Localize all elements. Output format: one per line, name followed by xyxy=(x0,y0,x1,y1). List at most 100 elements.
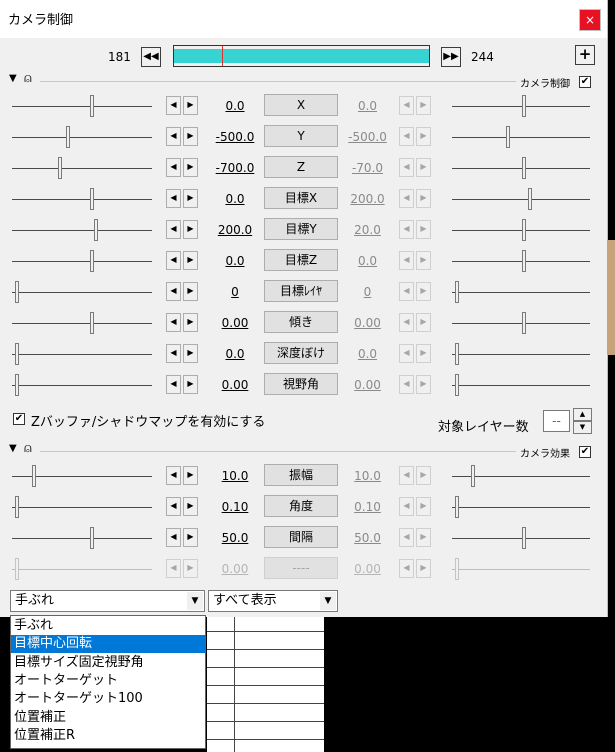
right-left-arrow-icon[interactable]: ◀ xyxy=(399,282,414,301)
right-left-arrow-icon[interactable]: ◀ xyxy=(399,344,414,363)
start-value[interactable]: 0.10 xyxy=(205,499,265,515)
right-left-arrow-icon[interactable]: ◀ xyxy=(399,497,414,516)
param-button[interactable]: 間隔 xyxy=(264,526,338,548)
left-slider-thumb[interactable] xyxy=(15,558,19,580)
right-right-arrow-icon[interactable]: ▶ xyxy=(416,528,431,547)
dropdown-option[interactable]: 目標サイズ固定視野角 xyxy=(11,654,205,672)
right-slider-thumb[interactable] xyxy=(522,250,526,272)
right-slider-thumb[interactable] xyxy=(455,496,459,518)
right-left-arrow-icon[interactable]: ◀ xyxy=(399,313,414,332)
left-slider-thumb[interactable] xyxy=(58,157,62,179)
right-slider-thumb[interactable] xyxy=(506,126,510,148)
spin-down-icon[interactable]: ▼ xyxy=(573,421,592,434)
param-button[interactable]: X xyxy=(264,94,338,116)
left-right-arrow-icon[interactable]: ▶ xyxy=(183,220,198,239)
param-button[interactable]: 目標X xyxy=(264,187,338,209)
left-slider-thumb[interactable] xyxy=(15,343,19,365)
param-button[interactable]: 角度 xyxy=(264,495,338,517)
left-right-arrow-icon[interactable]: ▶ xyxy=(183,127,198,146)
left-left-arrow-icon[interactable]: ◀ xyxy=(166,282,181,301)
right-slider-thumb[interactable] xyxy=(522,95,526,117)
left-right-arrow-icon[interactable]: ▶ xyxy=(183,313,198,332)
right-left-arrow-icon[interactable]: ◀ xyxy=(399,158,414,177)
param-button[interactable]: 深度ぼけ xyxy=(264,342,338,364)
param-button[interactable]: 目標ﾚｲﾔ xyxy=(264,280,338,302)
left-right-arrow-icon[interactable]: ▶ xyxy=(183,466,198,485)
end-value[interactable]: -70.0 xyxy=(340,160,395,176)
end-value[interactable]: -500.0 xyxy=(340,129,395,145)
left-slider-thumb[interactable] xyxy=(90,95,94,117)
right-left-arrow-icon[interactable]: ◀ xyxy=(399,559,414,578)
right-right-arrow-icon[interactable]: ▶ xyxy=(416,96,431,115)
end-value[interactable]: 50.0 xyxy=(340,530,395,546)
left-right-arrow-icon[interactable]: ▶ xyxy=(183,375,198,394)
param-button[interactable]: 視野角 xyxy=(264,373,338,395)
right-left-arrow-icon[interactable]: ◀ xyxy=(399,96,414,115)
right-right-arrow-icon[interactable]: ▶ xyxy=(416,282,431,301)
start-value[interactable]: 0.00 xyxy=(205,561,265,577)
left-slider-thumb[interactable] xyxy=(94,219,98,241)
right-slider-thumb[interactable] xyxy=(455,343,459,365)
param-button[interactable]: Z xyxy=(264,156,338,178)
left-slider-thumb[interactable] xyxy=(90,188,94,210)
chevron-down-icon[interactable]: ▼ xyxy=(320,592,336,610)
param-button[interactable]: 傾き xyxy=(264,311,338,333)
dropdown-option[interactable]: オートターゲット xyxy=(11,672,205,690)
display-filter-select[interactable]: すべて表示 ▼ xyxy=(208,590,338,612)
left-slider-thumb[interactable] xyxy=(15,374,19,396)
right-slider-thumb[interactable] xyxy=(522,527,526,549)
right-right-arrow-icon[interactable]: ▶ xyxy=(416,466,431,485)
target-layers-input[interactable]: -- xyxy=(543,410,570,432)
left-right-arrow-icon[interactable]: ▶ xyxy=(183,559,198,578)
right-right-arrow-icon[interactable]: ▶ xyxy=(416,158,431,177)
zbuffer-checkbox[interactable]: ✔ xyxy=(13,413,25,425)
chevron-down-icon[interactable]: ▼ xyxy=(187,592,203,610)
left-left-arrow-icon[interactable]: ◀ xyxy=(166,220,181,239)
left-right-arrow-icon[interactable]: ▶ xyxy=(183,96,198,115)
end-value[interactable]: 0.00 xyxy=(340,561,395,577)
param-button[interactable]: ---- xyxy=(264,557,338,579)
right-right-arrow-icon[interactable]: ▶ xyxy=(416,375,431,394)
end-value[interactable]: 0.00 xyxy=(340,315,395,331)
collapse-triangle-icon[interactable]: ▼ xyxy=(9,443,17,454)
left-slider-thumb[interactable] xyxy=(90,527,94,549)
left-slider-thumb[interactable] xyxy=(15,496,19,518)
right-slider-thumb[interactable] xyxy=(455,281,459,303)
left-left-arrow-icon[interactable]: ◀ xyxy=(166,96,181,115)
left-right-arrow-icon[interactable]: ▶ xyxy=(183,344,198,363)
start-value[interactable]: -500.0 xyxy=(205,129,265,145)
timeline-cursor[interactable] xyxy=(222,46,223,66)
right-left-arrow-icon[interactable]: ◀ xyxy=(399,220,414,239)
start-value[interactable]: 200.0 xyxy=(205,222,265,238)
fast-forward-icon[interactable]: ▶▶ xyxy=(441,47,461,67)
start-value[interactable]: 0.00 xyxy=(205,315,265,331)
close-button[interactable]: × xyxy=(579,9,601,31)
start-value[interactable]: -700.0 xyxy=(205,160,265,176)
camera-effect-checkbox[interactable]: ✔ xyxy=(579,446,591,458)
start-value[interactable]: 0.0 xyxy=(205,191,265,207)
right-left-arrow-icon[interactable]: ◀ xyxy=(399,189,414,208)
end-value[interactable]: 20.0 xyxy=(340,222,395,238)
right-right-arrow-icon[interactable]: ▶ xyxy=(416,189,431,208)
end-value[interactable]: 0.0 xyxy=(340,253,395,269)
left-left-arrow-icon[interactable]: ◀ xyxy=(166,344,181,363)
left-left-arrow-icon[interactable]: ◀ xyxy=(166,127,181,146)
left-right-arrow-icon[interactable]: ▶ xyxy=(183,528,198,547)
left-left-arrow-icon[interactable]: ◀ xyxy=(166,189,181,208)
end-value[interactable]: 0.0 xyxy=(340,346,395,362)
param-button[interactable]: Y xyxy=(264,125,338,147)
dropdown-option[interactable]: 位置補正R xyxy=(11,727,205,745)
dropdown-option[interactable]: 手ぶれ xyxy=(11,617,205,635)
left-slider-thumb[interactable] xyxy=(66,126,70,148)
start-value[interactable]: 50.0 xyxy=(205,530,265,546)
spin-up-icon[interactable]: ▲ xyxy=(573,408,592,421)
start-value[interactable]: 0 xyxy=(205,284,265,300)
left-right-arrow-icon[interactable]: ▶ xyxy=(183,282,198,301)
right-right-arrow-icon[interactable]: ▶ xyxy=(416,313,431,332)
start-value[interactable]: 10.0 xyxy=(205,468,265,484)
right-slider-thumb[interactable] xyxy=(455,558,459,580)
right-right-arrow-icon[interactable]: ▶ xyxy=(416,127,431,146)
dropdown-option[interactable]: 位置補正 xyxy=(11,709,205,727)
camera-control-checkbox[interactable]: ✔ xyxy=(579,76,591,88)
timeline-bar[interactable] xyxy=(173,45,430,67)
